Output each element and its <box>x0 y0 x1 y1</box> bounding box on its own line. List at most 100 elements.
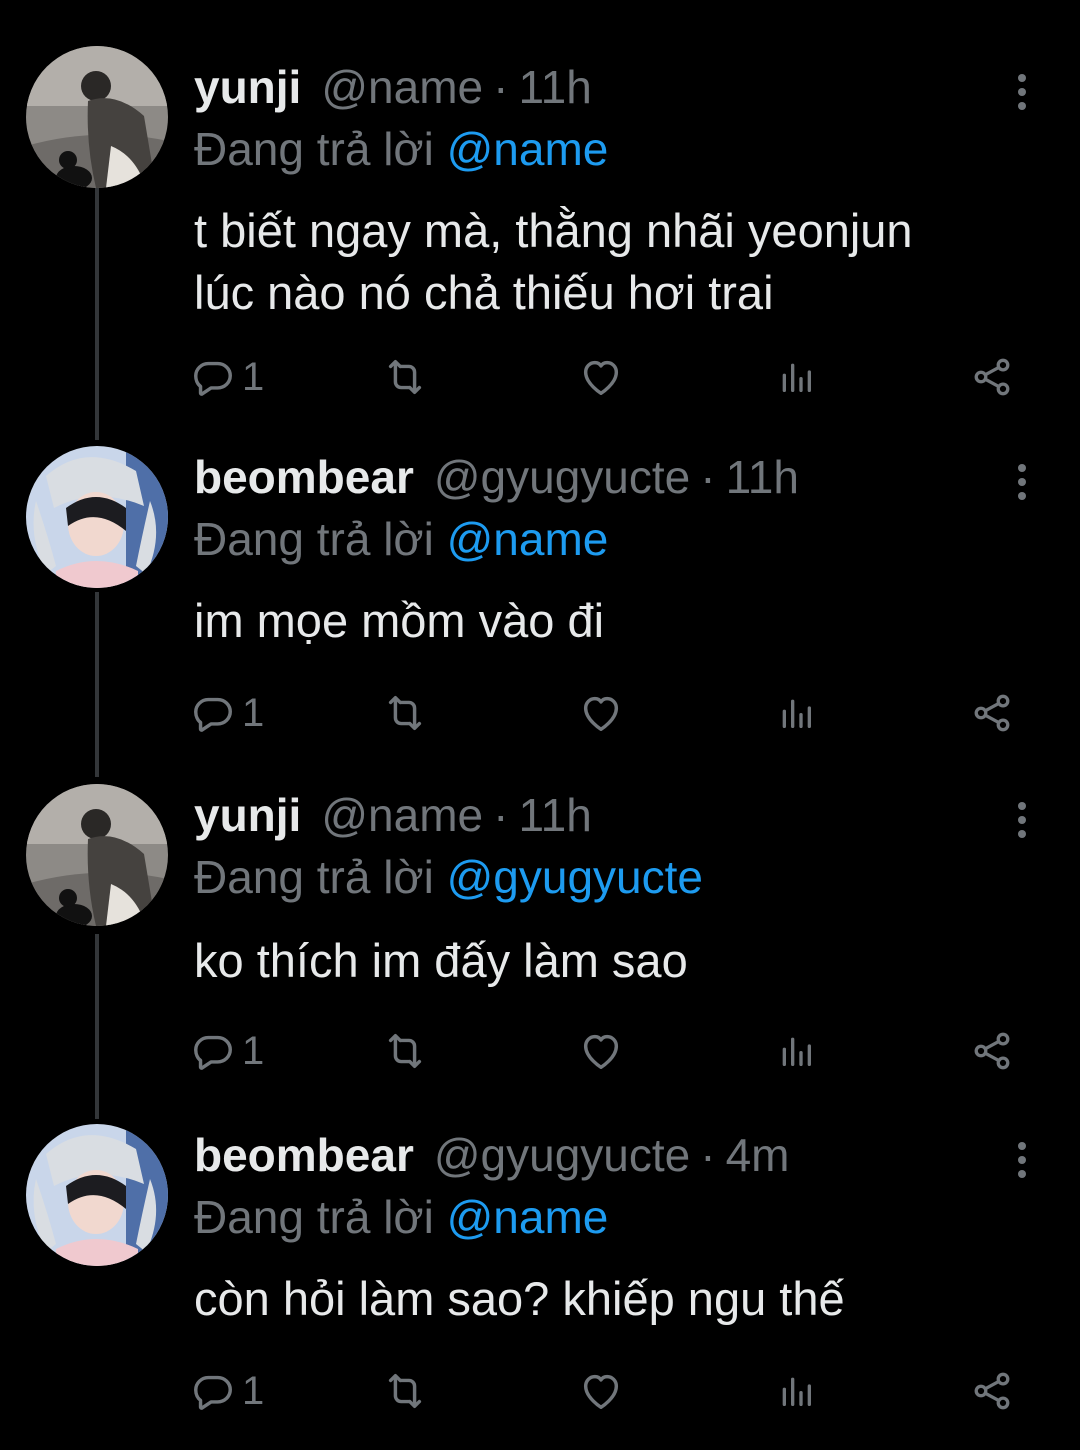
avatar-yunji-icon <box>26 46 168 188</box>
share-icon <box>970 355 1014 399</box>
reply-count: 1 <box>242 354 265 399</box>
avatar-icon[interactable] <box>26 446 168 588</box>
tweet-text-line: lúc nào nó chả thiếu hơi trai <box>194 266 774 319</box>
views-icon <box>776 1031 816 1071</box>
reply-icon <box>190 1368 236 1414</box>
tweet-text-line: t biết ngay mà, thằng nhãi yeonjun <box>194 204 913 257</box>
views-icon <box>776 357 816 397</box>
more-vertical-icon[interactable] <box>1006 1140 1038 1180</box>
action-bar: 1 <box>190 1366 1040 1416</box>
share-button[interactable] <box>970 1026 1014 1076</box>
share-button[interactable] <box>970 352 1014 402</box>
separator: · <box>493 789 509 841</box>
replying-prefix: Đang trả lời <box>194 851 434 903</box>
views-button[interactable] <box>776 688 816 738</box>
like-button[interactable] <box>578 1026 624 1076</box>
like-button[interactable] <box>578 1366 624 1416</box>
separator: · <box>700 1129 716 1181</box>
retweet-icon <box>382 1368 428 1414</box>
retweet-button[interactable] <box>382 688 428 738</box>
mention-link[interactable]: @name <box>447 1191 609 1243</box>
user-handle[interactable]: @gyugyucte <box>434 450 690 504</box>
avatar-beombear-icon <box>26 1124 168 1266</box>
tweet-header: beombear @gyugyucte · 4m <box>194 1128 790 1190</box>
timestamp[interactable]: 11h <box>518 60 591 114</box>
tweet-header: yunji @name · 11h <box>194 60 592 122</box>
share-button[interactable] <box>970 688 1014 738</box>
action-bar: 1 <box>190 1026 1040 1076</box>
reply-count: 1 <box>242 1028 265 1073</box>
reply-icon <box>190 354 236 400</box>
thread-line <box>95 592 99 777</box>
reply-button[interactable]: 1 <box>190 688 264 738</box>
avatar-icon[interactable] <box>26 1124 168 1266</box>
reply-button[interactable]: 1 <box>190 352 264 402</box>
like-button[interactable] <box>578 688 624 738</box>
user-handle[interactable]: @gyugyucte <box>434 1128 690 1182</box>
reply-count: 1 <box>242 1368 265 1413</box>
mention-link[interactable]: @name <box>447 513 609 565</box>
reply-count: 1 <box>242 690 265 735</box>
heart-icon <box>578 1028 624 1074</box>
views-button[interactable] <box>776 1026 816 1076</box>
tweet-text-line: ko thích im đấy làm sao <box>194 934 688 987</box>
timestamp[interactable]: 11h <box>518 788 591 842</box>
tweet-text: còn hỏi làm sao? khiếp ngu thế <box>194 1268 1054 1330</box>
more-vertical-icon[interactable] <box>1006 462 1038 502</box>
action-bar: 1 <box>190 352 1040 402</box>
retweet-button[interactable] <box>382 1026 428 1076</box>
views-button[interactable] <box>776 1366 816 1416</box>
user-handle[interactable]: @name <box>321 788 483 842</box>
reply-button[interactable]: 1 <box>190 1366 264 1416</box>
avatar-yunji-icon <box>26 784 168 926</box>
tweet-text: im mọe mồm vào đi <box>194 590 1054 652</box>
share-button[interactable] <box>970 1366 1014 1416</box>
reply-icon <box>190 1028 236 1074</box>
user-handle[interactable]: @name <box>321 60 483 114</box>
views-icon <box>776 1371 816 1411</box>
replying-prefix: Đang trả lời <box>194 1191 434 1243</box>
avatar-icon[interactable] <box>26 46 168 188</box>
replying-to: Đang trả lời @name <box>194 512 608 566</box>
replying-prefix: Đang trả lời <box>194 513 434 565</box>
like-button[interactable] <box>578 352 624 402</box>
retweet-button[interactable] <box>382 352 428 402</box>
replying-to: Đang trả lời @name <box>194 122 608 176</box>
reply-icon <box>190 690 236 736</box>
tweet-text: ko thích im đấy làm sao <box>194 930 1054 992</box>
replying-to: Đang trả lời @name <box>194 1190 608 1244</box>
separator: · <box>493 61 509 113</box>
retweet-icon <box>382 1028 428 1074</box>
display-name[interactable]: yunji <box>194 788 301 842</box>
display-name[interactable]: beombear <box>194 450 414 504</box>
separator: · <box>700 451 716 503</box>
reply-button[interactable]: 1 <box>190 1026 264 1076</box>
heart-icon <box>578 690 624 736</box>
thread-line <box>95 934 99 1119</box>
avatar-icon[interactable] <box>26 784 168 926</box>
thread-line <box>95 170 99 440</box>
action-bar: 1 <box>190 688 1040 738</box>
views-button[interactable] <box>776 352 816 402</box>
timestamp[interactable]: 4m <box>726 1128 790 1182</box>
retweet-icon <box>382 690 428 736</box>
avatar-beombear-icon <box>26 446 168 588</box>
more-vertical-icon[interactable] <box>1006 72 1038 112</box>
mention-link[interactable]: @name <box>447 123 609 175</box>
display-name[interactable]: beombear <box>194 1128 414 1182</box>
replying-prefix: Đang trả lời <box>194 123 434 175</box>
tweet-text-line: im mọe mồm vào đi <box>194 594 605 647</box>
replying-to: Đang trả lời @gyugyucte <box>194 850 703 904</box>
retweet-button[interactable] <box>382 1366 428 1416</box>
display-name[interactable]: yunji <box>194 60 301 114</box>
more-vertical-icon[interactable] <box>1006 800 1038 840</box>
retweet-icon <box>382 354 428 400</box>
tweet-text: t biết ngay mà, thằng nhãi yeonjun lúc n… <box>194 200 1054 324</box>
share-icon <box>970 1029 1014 1073</box>
timestamp[interactable]: 11h <box>726 450 799 504</box>
tweet-text-line: còn hỏi làm sao? khiếp ngu thế <box>194 1272 845 1325</box>
tweet-header: yunji @name · 11h <box>194 788 592 850</box>
heart-icon <box>578 354 624 400</box>
tweet-header: beombear @gyugyucte · 11h <box>194 450 799 512</box>
mention-link[interactable]: @gyugyucte <box>447 851 703 903</box>
